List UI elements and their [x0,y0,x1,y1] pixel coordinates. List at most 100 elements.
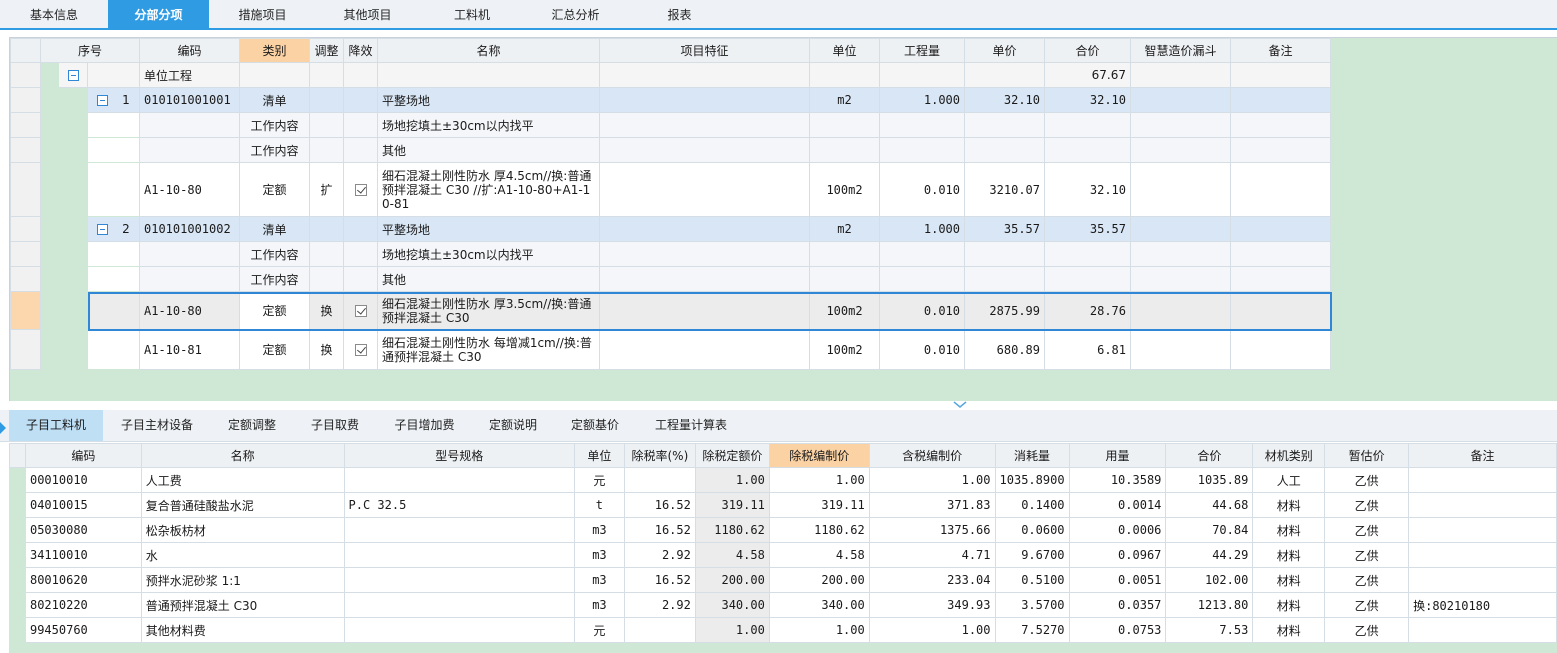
tab-quota-base-price[interactable]: 定额基价 [554,410,636,441]
cell-est-price[interactable]: 乙供 [1324,567,1410,593]
row-indicator[interactable] [10,216,41,242]
cell-unit[interactable]: t [573,492,625,518]
cell-feature[interactable] [599,137,810,163]
table-row-work-content[interactable]: 工作内容 场地挖填土±30cm以内找平 [10,241,1331,267]
header-category[interactable]: 材机类别 [1252,443,1326,468]
cell-unit[interactable] [809,137,880,163]
cell-name[interactable]: 其他 [377,137,600,163]
header-edit-price[interactable]: 除税编制价 [768,443,870,468]
cell-unit[interactable]: 元 [573,617,625,643]
cell-name[interactable]: 细石混凝土刚性防水 厚4.5cm//换:普通预拌混凝土 C30 //扩:A1-1… [377,162,600,217]
cell-unit[interactable]: m2 [809,216,880,242]
cell-tax-rate[interactable]: 16.52 [623,492,696,518]
cell-unit[interactable]: m3 [573,592,625,618]
row-indicator[interactable] [10,329,41,370]
cell-funnel[interactable] [1130,291,1231,330]
tab-quota-adjust[interactable]: 定额调整 [211,410,293,441]
header-total[interactable]: 合价 [1044,38,1131,63]
cell-usage[interactable]: 0.0357 [1068,592,1167,618]
header-qty[interactable]: 工程量 [879,38,965,63]
cell-quota-price[interactable]: 340.00 [694,592,770,618]
cell-unit[interactable]: 100m2 [809,162,880,217]
cell-funnel[interactable] [1130,329,1231,370]
cell-adjust[interactable] [309,241,344,267]
cell-est-price[interactable]: 乙供 [1324,617,1410,643]
cell-remark[interactable] [1230,62,1331,88]
cell-remark[interactable] [1230,162,1331,217]
cell-unit[interactable] [809,62,880,88]
header-tax-edit-price[interactable]: 含税编制价 [868,443,996,468]
tab-summary[interactable]: 汇总分析 [525,0,626,28]
header-code[interactable]: 编码 [24,443,142,468]
cell-tax-edit-price[interactable]: 233.04 [868,567,996,593]
cell-name[interactable]: 人工费 [140,467,345,493]
header-seq[interactable]: 序号 [40,38,140,63]
cell-usage[interactable]: 0.0006 [1068,517,1167,543]
cell-quota-price[interactable]: 200.00 [694,567,770,593]
cell-code[interactable]: A1-10-80 [139,291,240,330]
table-row[interactable]: 00010010 人工费元 1.00 1.00 1.00 1035.8900 10.3589… [9,467,1557,493]
cell-remark[interactable] [1408,567,1557,593]
cell-est-price[interactable]: 乙供 [1324,542,1410,568]
header-unit[interactable]: 单位 [809,38,880,63]
cell-remark[interactable] [1230,266,1331,292]
cell-price[interactable]: 32.10 [964,87,1045,113]
cell-price[interactable]: 680.89 [964,329,1045,370]
cell-edit-price[interactable]: 340.00 [768,592,870,618]
cell-type[interactable]: 清单 [239,216,310,242]
collapse-minus-icon[interactable] [97,95,109,106]
expand-arrow-icon[interactable] [0,422,7,434]
cell-est-price[interactable]: 乙供 [1324,492,1410,518]
cell-code[interactable]: 04010015 [24,492,142,518]
cell-qty[interactable]: 0.010 [879,291,965,330]
cell-code[interactable] [139,112,240,138]
cell-unit[interactable]: m3 [573,542,625,568]
cell-category[interactable]: 材料 [1252,542,1326,568]
cell-code[interactable]: 00010010 [24,467,142,493]
row-indicator[interactable] [10,266,41,292]
cell-seq[interactable]: 1 [87,87,140,113]
cell-total[interactable]: 44.29 [1165,542,1254,568]
checkbox-checked-icon[interactable] [354,184,367,196]
header-funnel[interactable]: 智慧造价漏斗 [1130,38,1231,63]
table-row[interactable]: 04010015 复合普通硅酸盐水泥 P.C 32.5 t 16.52 319.11 319… [9,492,1557,518]
cell-total[interactable]: 32.10 [1044,162,1131,217]
cell-edit-price[interactable]: 4.58 [768,542,870,568]
cell-price[interactable] [964,112,1045,138]
cell-name[interactable]: 松杂板枋材 [140,517,345,543]
cell-total[interactable]: 67.67 [1044,62,1131,88]
row-indicator[interactable] [9,592,26,618]
cell-remark[interactable] [1408,467,1557,493]
cell-spec[interactable] [343,467,575,493]
tab-sub-fee[interactable]: 子目取费 [293,410,377,441]
cell-tax-edit-price[interactable]: 1.00 [868,617,996,643]
tab-sub-extra-fee[interactable]: 子目增加费 [377,410,472,441]
cell-seq[interactable] [87,62,140,88]
cell-total[interactable]: 102.00 [1165,567,1254,593]
cell-total[interactable]: 1213.80 [1165,592,1254,618]
cell-remark[interactable] [1230,87,1331,113]
header-code[interactable]: 编码 [139,38,240,63]
cell-unit[interactable] [809,241,880,267]
cell-consumption[interactable]: 0.1400 [994,492,1070,518]
cell-qty[interactable] [879,137,965,163]
cell-qty[interactable]: 0.010 [879,162,965,217]
cell-total[interactable]: 32.10 [1044,87,1131,113]
row-indicator[interactable] [10,62,41,88]
cell-edit-price[interactable]: 1180.62 [768,517,870,543]
cell-type[interactable]: 工作内容 [239,137,310,163]
cell-total[interactable]: 7.53 [1165,617,1254,643]
cell-name[interactable]: 细石混凝土刚性防水 每增减1cm//换:普通预拌混凝土 C30 [377,329,600,370]
tab-basic-info[interactable]: 基本信息 [0,0,108,28]
cell-usage[interactable]: 0.0014 [1068,492,1167,518]
cell-feature[interactable] [599,329,810,370]
collapse-minus-icon[interactable] [67,70,79,81]
tab-sub-labor-material[interactable]: 子目工料机 [9,410,103,441]
row-indicator[interactable] [10,162,41,217]
checkbox-checked-icon[interactable] [354,305,367,317]
cell-reduce[interactable] [343,241,378,267]
header-consumption[interactable]: 消耗量 [994,443,1070,468]
cell-code[interactable]: 单位工程 [139,62,240,88]
cell-code[interactable]: 99450760 [24,617,142,643]
cell-category[interactable]: 材料 [1252,517,1326,543]
